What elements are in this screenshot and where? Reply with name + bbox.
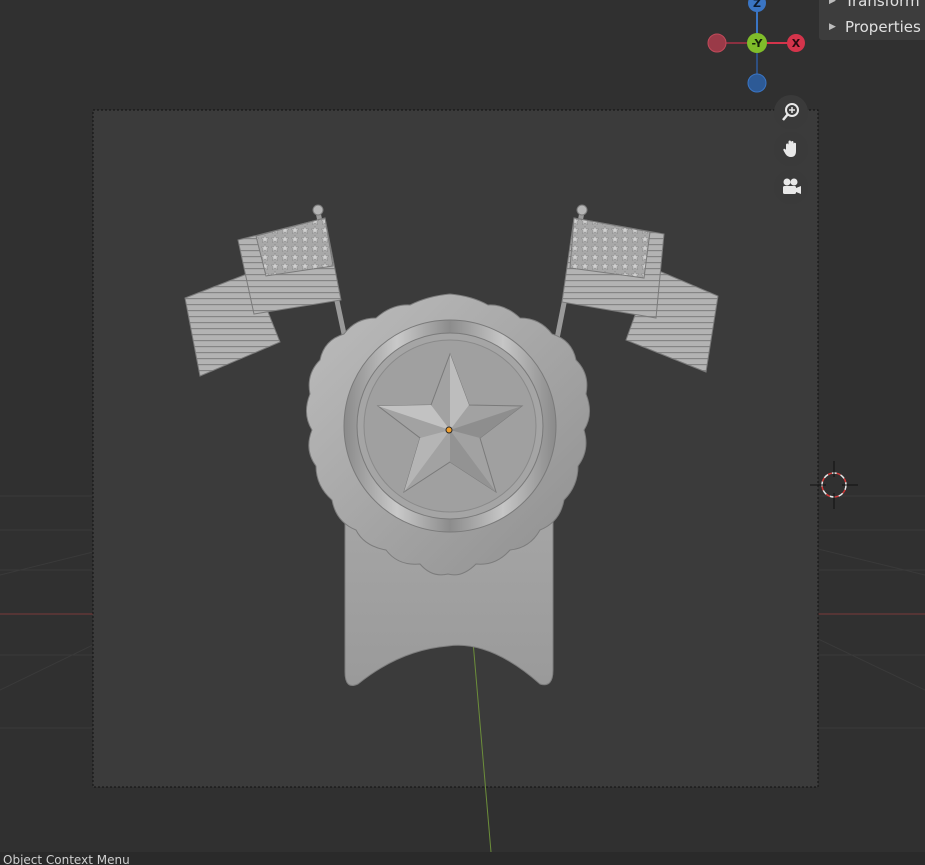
sidebar-tab-properties[interactable]: ▶ Properties <box>819 14 925 40</box>
camera-view-button[interactable] <box>774 170 808 204</box>
status-text: Object Context Menu <box>3 853 130 865</box>
navigation-gizmo[interactable]: Z X -Y <box>703 0 813 100</box>
status-bar: Object Context Menu <box>0 852 925 865</box>
sidebar-tabs: ▶ Transform ▶ Properties <box>819 0 925 40</box>
gizmo-neg-x <box>707 33 727 53</box>
sidebar-tab-transform[interactable]: ▶ Transform <box>819 0 925 14</box>
object-origin <box>445 426 453 434</box>
zoom-view-button[interactable] <box>774 95 808 129</box>
gizmo-neg-z <box>747 73 767 93</box>
collapsed-triangle-icon: ▶ <box>829 22 836 32</box>
svg-text:X: X <box>792 37 801 50</box>
zoom-icon <box>782 103 799 121</box>
camera-icon <box>783 178 801 194</box>
pan-view-button[interactable] <box>774 132 808 166</box>
3d-viewport[interactable]: Z X -Y ▶ Transform ▶ Properties <box>0 0 925 852</box>
svg-text:-Y: -Y <box>752 37 764 50</box>
svg-text:Z: Z <box>753 0 761 10</box>
collapsed-triangle-icon: ▶ <box>829 0 836 6</box>
hand-icon <box>783 140 796 157</box>
